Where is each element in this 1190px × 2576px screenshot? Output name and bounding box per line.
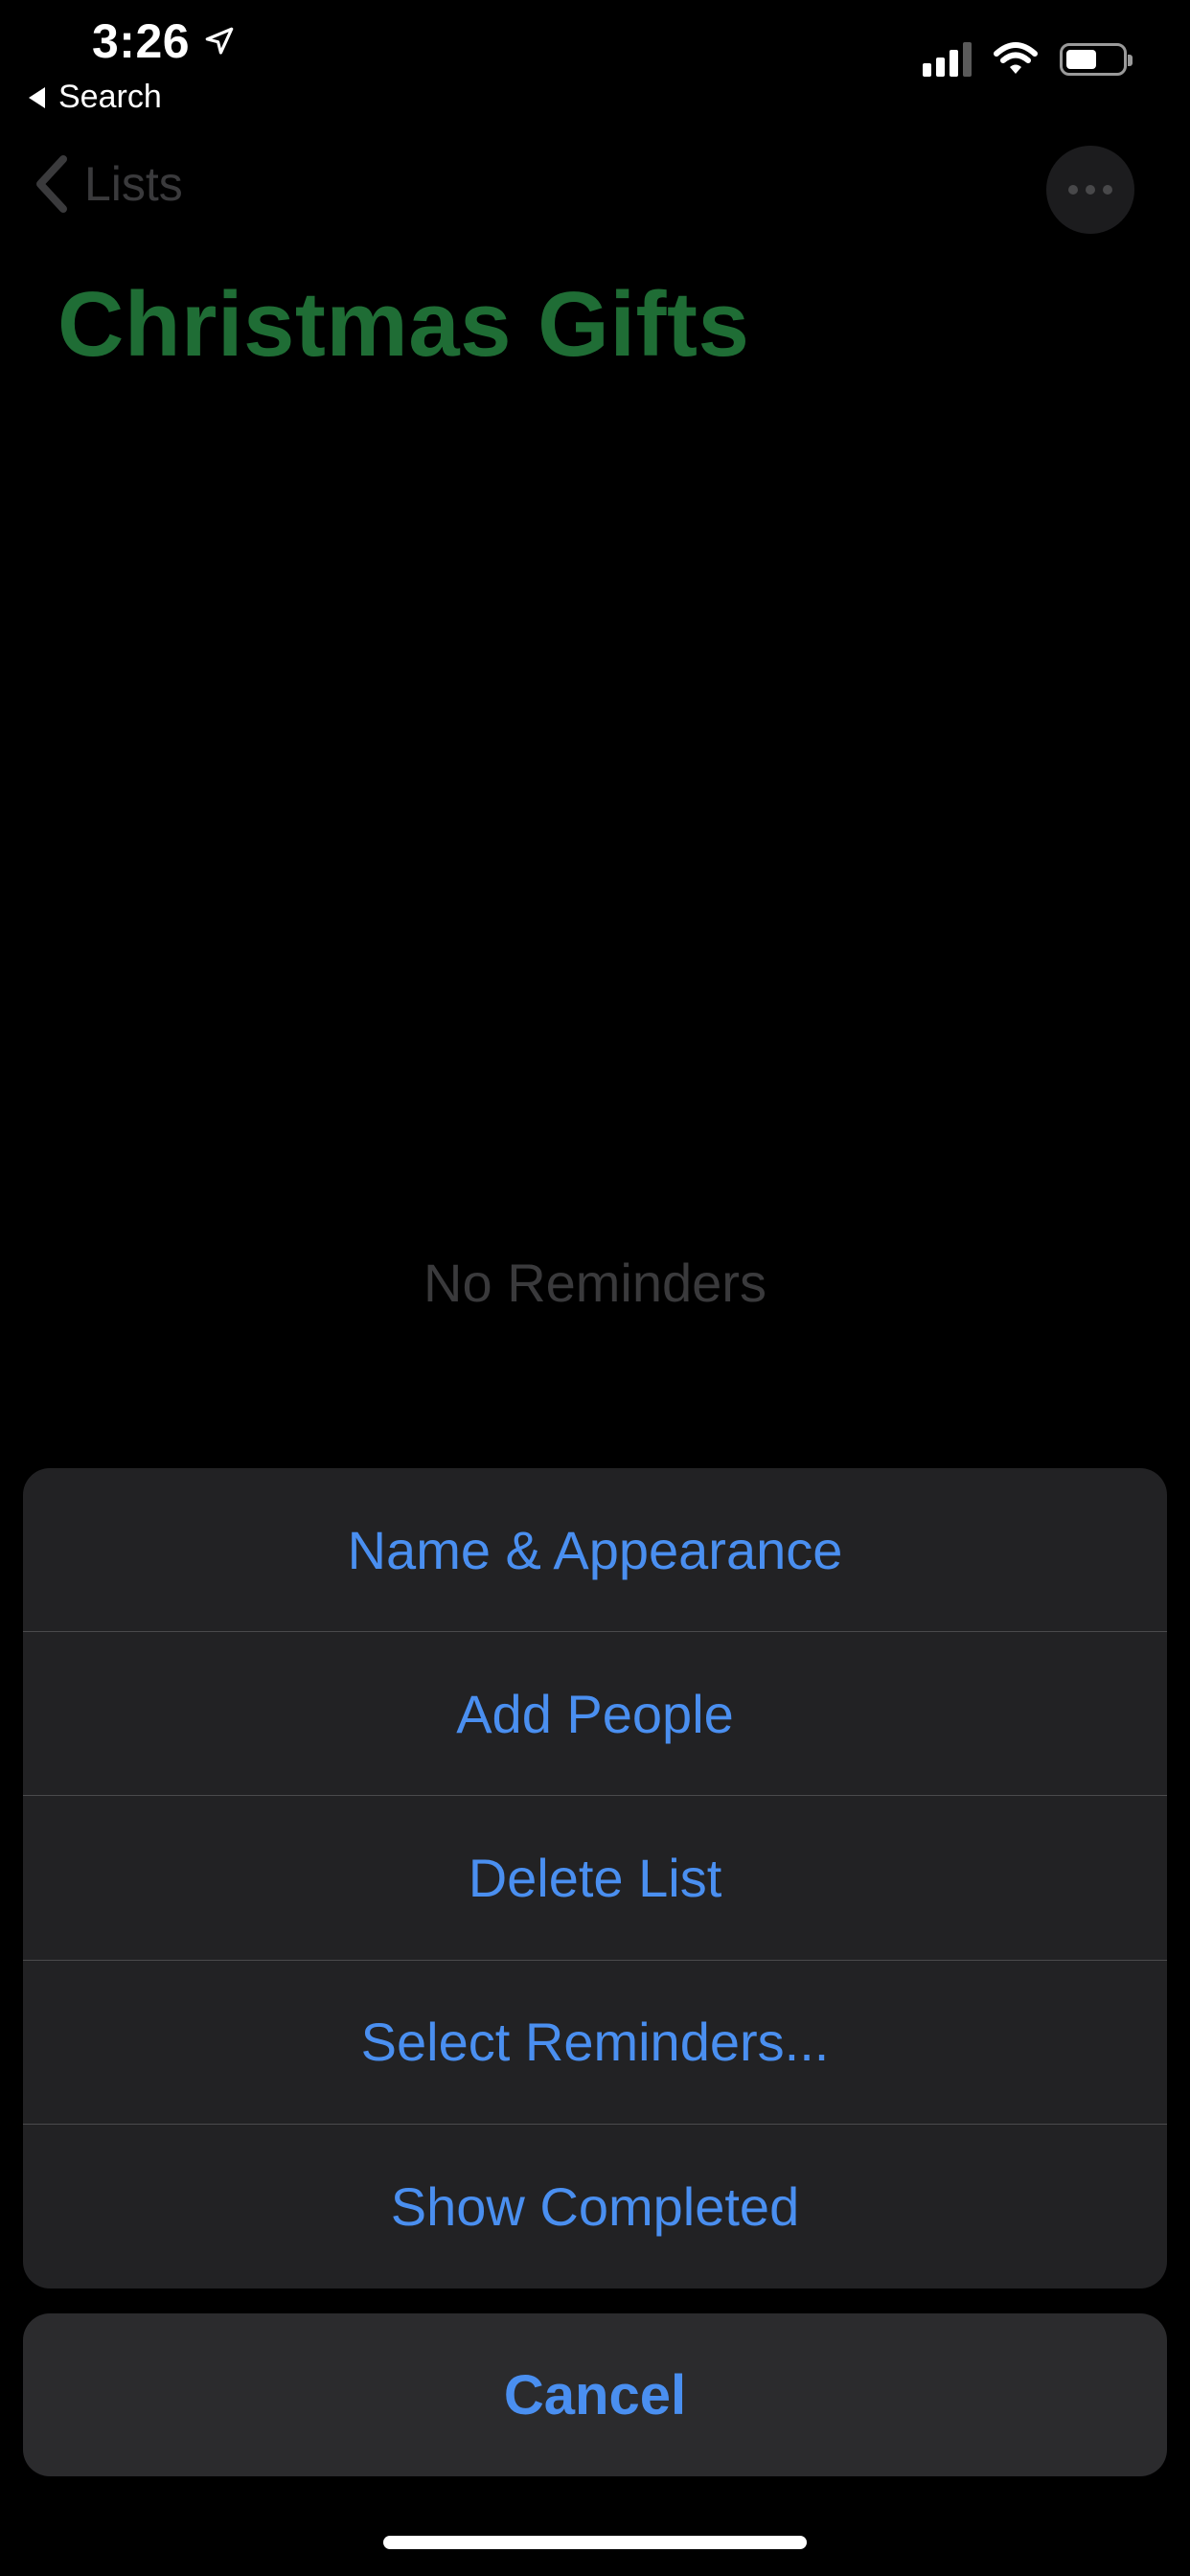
location-arrow-icon (205, 27, 234, 55)
empty-state-label: No Reminders (423, 1253, 767, 1313)
chevron-left-icon (36, 155, 67, 213)
back-to-app-label: Search (58, 79, 162, 115)
action-sheet: Name & Appearance Add People Delete List… (23, 1468, 1167, 2288)
action-name-appearance[interactable]: Name & Appearance (23, 1468, 1167, 1633)
battery-level-fill (1066, 50, 1096, 69)
status-indicators (923, 42, 1133, 77)
action-show-completed[interactable]: Show Completed (23, 2125, 1167, 2288)
cellular-signal-icon (923, 42, 972, 77)
more-options-button[interactable] (1046, 146, 1134, 234)
action-select-reminders[interactable]: Select Reminders... (23, 1961, 1167, 2125)
cancel-button[interactable]: Cancel (23, 2313, 1167, 2476)
lists-back-button[interactable]: Lists (33, 153, 183, 215)
ellipsis-dot (1086, 185, 1095, 195)
wifi-icon (994, 42, 1038, 74)
back-triangle-icon (29, 86, 45, 108)
back-to-app-link[interactable]: Search (29, 79, 162, 116)
battery-icon (1060, 43, 1133, 76)
home-indicator[interactable] (383, 2536, 807, 2549)
status-time: 3:26 (92, 13, 236, 69)
page-title: Christmas Gifts (57, 273, 750, 376)
status-time-text: 3:26 (92, 14, 191, 68)
action-delete-list[interactable]: Delete List (23, 1796, 1167, 1961)
ellipsis-dot (1103, 185, 1112, 195)
action-add-people[interactable]: Add People (23, 1632, 1167, 1797)
lists-back-label: Lists (84, 157, 183, 211)
ellipsis-dot (1068, 185, 1078, 195)
reminders-screen: 3:26 Search Lists Christmas Gifts No Rem… (0, 0, 1190, 2576)
